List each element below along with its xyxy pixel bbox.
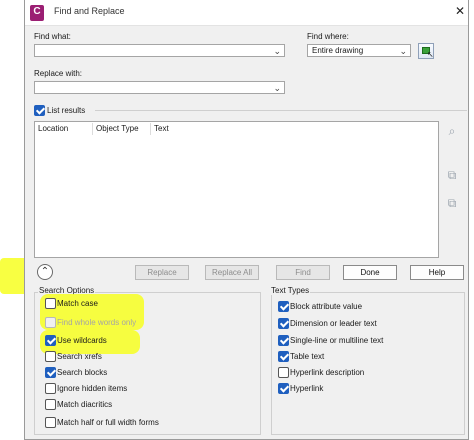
- list-results-label: List results: [47, 106, 86, 115]
- window-title: Find and Replace: [54, 6, 125, 16]
- table-text-label: Table text: [290, 352, 325, 361]
- column-header-location[interactable]: Location: [35, 123, 93, 135]
- ignore-hidden-items-checkbox[interactable]: [45, 383, 56, 394]
- create-selection-set-icon[interactable]: ⧉: [445, 168, 459, 182]
- done-button[interactable]: Done: [343, 265, 397, 280]
- replace-button[interactable]: Replace: [135, 265, 189, 280]
- chevron-up-icon: ⌃: [40, 266, 50, 277]
- section-divider: [95, 110, 467, 111]
- replace-with-combo[interactable]: ⌄: [34, 81, 285, 94]
- search-xrefs-label: Search xrefs: [57, 352, 102, 361]
- search-blocks-label: Search blocks: [57, 368, 108, 377]
- create-selection-set-all-icon[interactable]: ⧉: [445, 196, 459, 210]
- chevron-down-icon[interactable]: ⌄: [273, 45, 281, 57]
- select-objects-button[interactable]: ↖: [418, 43, 434, 59]
- results-table[interactable]: Location Object Type Text: [34, 121, 439, 258]
- single-multiline-label: Single-line or multiline text: [290, 336, 384, 345]
- block-attribute-checkbox[interactable]: [278, 301, 289, 312]
- cursor-icon: ↖: [427, 50, 434, 59]
- hyperlink-description-checkbox[interactable]: [278, 367, 289, 378]
- zoom-to-selection-icon[interactable]: ⌕: [445, 124, 459, 138]
- use-wildcards-checkbox[interactable]: [45, 335, 56, 346]
- column-header-object-type[interactable]: Object Type: [93, 123, 151, 135]
- find-whole-words-label: Find whole words only: [57, 318, 137, 327]
- find-where-select[interactable]: Entire drawing ⌄: [307, 44, 411, 57]
- find-where-label: Find where:: [307, 32, 349, 41]
- search-xrefs-checkbox[interactable]: [45, 351, 56, 362]
- title-bar: C Find and Replace ✕: [25, 0, 468, 26]
- hyperlink-label: Hyperlink: [290, 384, 324, 393]
- collapse-options-button[interactable]: ⌃: [37, 264, 53, 280]
- find-what-combo[interactable]: ⌄: [34, 44, 285, 57]
- table-text-checkbox[interactable]: [278, 351, 289, 362]
- match-case-label: Match case: [57, 299, 98, 308]
- find-whole-words-checkbox: [45, 317, 56, 328]
- search-blocks-checkbox[interactable]: [45, 367, 56, 378]
- hyperlink-checkbox[interactable]: [278, 383, 289, 394]
- replace-with-label: Replace with:: [34, 69, 83, 78]
- dimension-leader-checkbox[interactable]: [278, 318, 289, 329]
- single-multiline-checkbox[interactable]: [278, 335, 289, 346]
- match-diacritics-checkbox[interactable]: [45, 399, 56, 410]
- list-results-checkbox[interactable]: [34, 105, 45, 116]
- find-what-label: Find what:: [34, 32, 71, 41]
- help-button[interactable]: Help: [410, 265, 464, 280]
- close-icon[interactable]: ✕: [453, 4, 467, 18]
- match-width-forms-label: Match half or full width forms: [57, 418, 159, 427]
- text-types-group: [271, 292, 465, 435]
- match-width-forms-checkbox[interactable]: [45, 417, 56, 428]
- column-header-text[interactable]: Text: [151, 123, 211, 135]
- find-button[interactable]: Find: [276, 265, 330, 280]
- dimension-leader-label: Dimension or leader text: [290, 319, 377, 328]
- text-types-title: Text Types: [270, 286, 311, 295]
- block-attribute-label: Block attribute value: [290, 302, 363, 311]
- chevron-down-icon[interactable]: ⌄: [273, 82, 281, 94]
- ignore-hidden-items-label: Ignore hidden items: [57, 384, 128, 393]
- match-diacritics-label: Match diacritics: [57, 400, 113, 409]
- chevron-down-icon[interactable]: ⌄: [399, 45, 407, 57]
- replace-all-button[interactable]: Replace All: [205, 265, 259, 280]
- use-wildcards-label: Use wildcards: [57, 336, 107, 345]
- autocad-app-icon: C: [30, 5, 44, 21]
- hyperlink-description-label: Hyperlink description: [290, 368, 365, 377]
- find-where-value: Entire drawing: [312, 46, 364, 55]
- match-case-checkbox[interactable]: [45, 298, 56, 309]
